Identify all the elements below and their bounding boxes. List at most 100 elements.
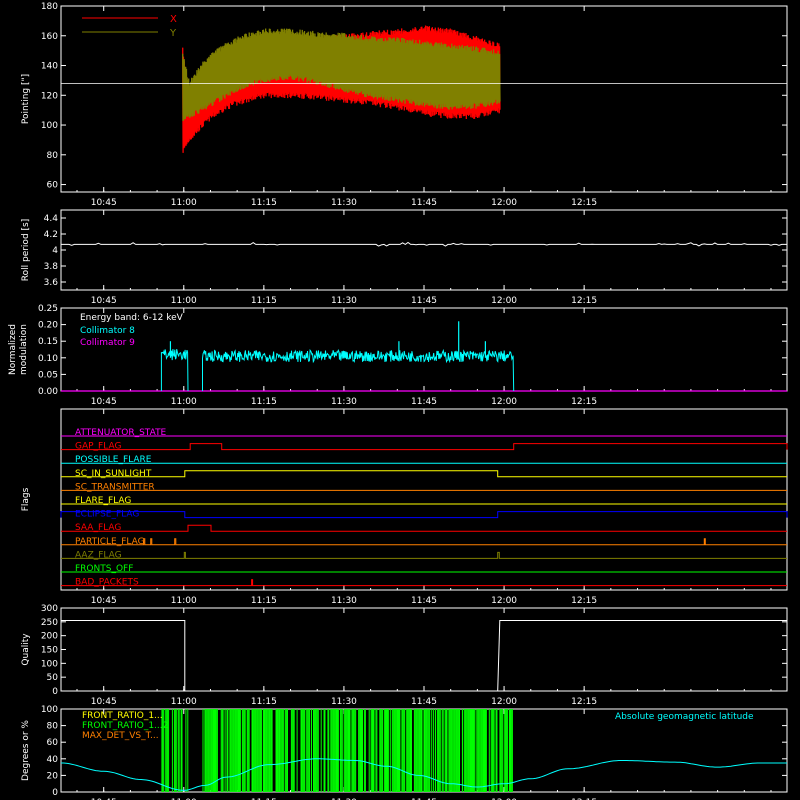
front-ratio-bar [362,709,363,792]
y-tick-label: 20 [47,771,59,781]
pointing-plot-area [61,25,787,153]
y-tick-label: 0 [52,687,58,697]
front-ratio-bar [373,709,375,792]
front-ratio-bar [391,709,393,792]
collimator-8-segment [202,348,515,392]
front-ratio-bar [282,709,284,792]
y-tick-label: 60 [47,181,59,191]
flag-label-gap-flag: GAP_FLAG [75,442,121,452]
front-ratio-bar [451,709,453,792]
y-tick-label: 0.25 [38,304,58,314]
front-ratio-bar [423,709,425,792]
flag-label-flare-flag: FLARE_FLAG [75,496,131,506]
x-tick-label: 10:45 [91,198,117,208]
front-ratio-bar [410,709,411,792]
flag-line-eclipse-flag [60,511,788,519]
front-ratio-bar [290,709,292,792]
front-ratio-bar [415,709,417,792]
front-ratio-bar [510,709,512,792]
front-ratio-bar [358,709,360,792]
x-tick-label: 11:15 [251,296,277,306]
front-ratio-bar [500,709,502,792]
front-ratio-bar [185,709,187,792]
front-ratio-bar [401,709,403,792]
front-ratio-bar [442,709,444,792]
flag-line-sc-in-sunlight [61,470,787,478]
front-ratio-bar [180,709,182,792]
y-tick-label: 120 [41,91,58,101]
front-ratio-bar [296,709,298,792]
x-tick-label: 11:45 [411,596,437,606]
y-axis-label: Degrees or % [21,720,31,781]
front-ratio-bar [389,709,391,792]
flag-label-sc-transmitter: SC_TRANSMITTER [75,482,155,492]
front-ratio-bar [206,709,208,792]
y-tick-label: 40 [47,755,59,765]
front-ratio-bar [402,709,404,792]
front-ratio-bar [316,709,318,792]
front-ratio-bar [309,709,311,792]
front-ratio-bar [483,709,484,792]
front-ratio-bar [459,709,460,792]
front-ratio-bar [446,709,448,792]
front-ratio-bar [399,709,401,792]
front-ratio-bar [303,709,305,792]
y-axis-label: modulation [19,324,29,375]
front-ratio-bar [280,709,282,792]
flag-line-saa-flag [61,524,787,532]
roll-period-line [61,241,787,247]
front-ratio-bar [416,709,418,792]
front-ratio-bar [441,709,443,792]
front-ratio-bar [339,709,341,792]
legend-label-ratio: MAX_DET_VS_T... [82,731,159,741]
front-ratio-bar [253,709,255,792]
front-ratio-bar [403,709,405,792]
y-tick-label: 0.00 [38,387,58,397]
front-ratio-bar [363,709,365,792]
x-tick-label: 11:45 [411,296,437,306]
front-ratio-bar [392,709,394,792]
front-ratio-bar [281,709,283,792]
panel-frame-1 [60,209,788,291]
front-ratio-bar [406,709,408,792]
front-ratio-bar [205,709,207,792]
front-ratio-bar [457,709,459,792]
front-ratio-bar [317,709,319,792]
flag-label-particle-flag: PARTICLE_FLAG [75,537,145,547]
front-ratio-bar [254,709,256,792]
x-tick-label: 11:15 [251,697,277,707]
front-ratio-bar [226,709,228,792]
flag-label-bad-packets: BAD_PACKETS [75,578,139,588]
x-tick-label: 10:45 [91,596,117,606]
front-ratio-bar [208,709,210,792]
front-ratio-bar [331,709,333,792]
front-ratio-bar [502,709,504,792]
front-ratio-bar [382,709,384,792]
front-ratio-bar [407,709,409,792]
front-ratio-bar [313,709,314,792]
front-ratio-bar [364,709,366,792]
x-tick-label: 11:45 [411,397,437,407]
front-ratio-bar [265,709,267,792]
front-ratio-bar [352,709,354,792]
front-ratio-bar [386,709,387,792]
flag-label-possible-flare: POSSIBLE_FLARE [75,455,152,465]
front-ratio-bar [471,709,473,792]
front-ratio-bar [492,709,494,792]
front-ratio-bar [178,709,180,792]
front-ratio-bar [255,709,257,792]
front-ratio-bar [466,709,468,792]
front-ratio-bar [347,709,349,792]
y-tick-label: 0.15 [38,337,58,347]
front-ratio-bar [496,709,498,792]
front-ratio-bar [220,709,222,792]
front-ratio-bar [370,709,372,792]
front-ratio-bar [239,709,240,792]
x-tick-label: 12:00 [491,397,517,407]
front-ratio-bar [468,709,470,792]
x-tick-label: 11:30 [331,397,357,407]
front-ratio-bar [499,709,501,792]
front-ratio-bar [354,709,356,792]
front-ratio-bar [292,709,294,792]
front-ratio-bar [246,709,248,792]
